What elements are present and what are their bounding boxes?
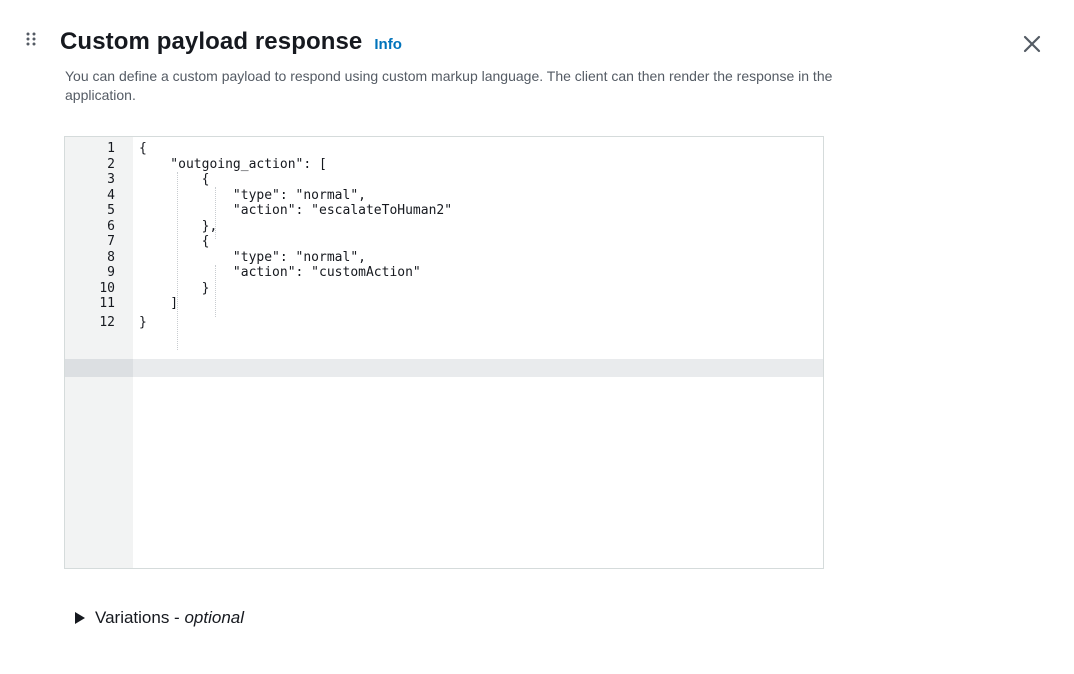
caret-right-icon <box>75 612 85 624</box>
code-text: "type": "normal", <box>139 249 366 265</box>
code-line: 6 }, <box>65 219 823 235</box>
code-text: { <box>139 141 147 156</box>
line-number: 1 <box>107 141 115 156</box>
close-icon <box>1023 35 1041 53</box>
line-number: 7 <box>107 234 115 249</box>
code-text: "action": "escalateToHuman2" <box>139 203 453 218</box>
drag-handle-icon[interactable] <box>25 31 39 51</box>
code-text: "action": "customAction" <box>139 265 421 280</box>
code-line: 9 "action": "customAction" <box>65 265 823 281</box>
line-number: 2 <box>107 156 115 172</box>
info-link[interactable]: Info <box>374 36 402 53</box>
line-number: 5 <box>107 203 115 218</box>
code-text: } <box>139 280 210 296</box>
code-text: "outgoing_action": [ <box>139 156 327 172</box>
code-line: 1{ <box>65 141 823 157</box>
code-line: 12} <box>65 315 823 331</box>
code-line: 10 } <box>65 281 823 297</box>
code-line: 7 { <box>65 234 823 250</box>
code-line: 11 ] <box>65 296 823 312</box>
line-number: 10 <box>99 280 115 296</box>
code-line: 8 "type": "normal", <box>65 250 823 266</box>
variations-optional-label: optional <box>184 608 245 627</box>
variations-label: Variations - optional <box>95 608 244 628</box>
active-line-gutter-highlight <box>65 359 133 377</box>
code-lines: 1{2 "outgoing_action": [3 {4 "type": "no… <box>65 141 823 330</box>
line-number: 8 <box>107 249 115 265</box>
active-line-highlight <box>65 359 823 377</box>
code-text: } <box>139 314 147 330</box>
line-number: 3 <box>107 172 115 187</box>
code-text: }, <box>139 218 218 234</box>
line-number: 4 <box>107 187 115 203</box>
variations-expander[interactable]: Variations - optional <box>75 608 244 628</box>
page-title: Custom payload response <box>60 28 363 55</box>
code-text: ] <box>139 296 179 311</box>
description: You can define a custom payload to respo… <box>65 68 833 103</box>
code-line: 3 { <box>65 172 823 188</box>
close-button[interactable] <box>1018 30 1046 58</box>
code-line: 2 "outgoing_action": [ <box>65 157 823 173</box>
code-text: { <box>139 172 210 187</box>
code-line: 4 "type": "normal", <box>65 188 823 204</box>
line-number: 9 <box>107 265 115 280</box>
line-number: 12 <box>99 314 115 330</box>
variations-label-text: Variations - <box>95 608 185 627</box>
header: Custom payload response Info <box>60 28 402 56</box>
code-editor[interactable]: 1{2 "outgoing_action": [3 {4 "type": "no… <box>64 136 824 569</box>
code-text: { <box>139 234 210 249</box>
line-number: 6 <box>107 218 115 234</box>
line-number: 11 <box>99 296 115 311</box>
code-line: 5 "action": "escalateToHuman2" <box>65 203 823 219</box>
code-text: "type": "normal", <box>139 187 366 203</box>
